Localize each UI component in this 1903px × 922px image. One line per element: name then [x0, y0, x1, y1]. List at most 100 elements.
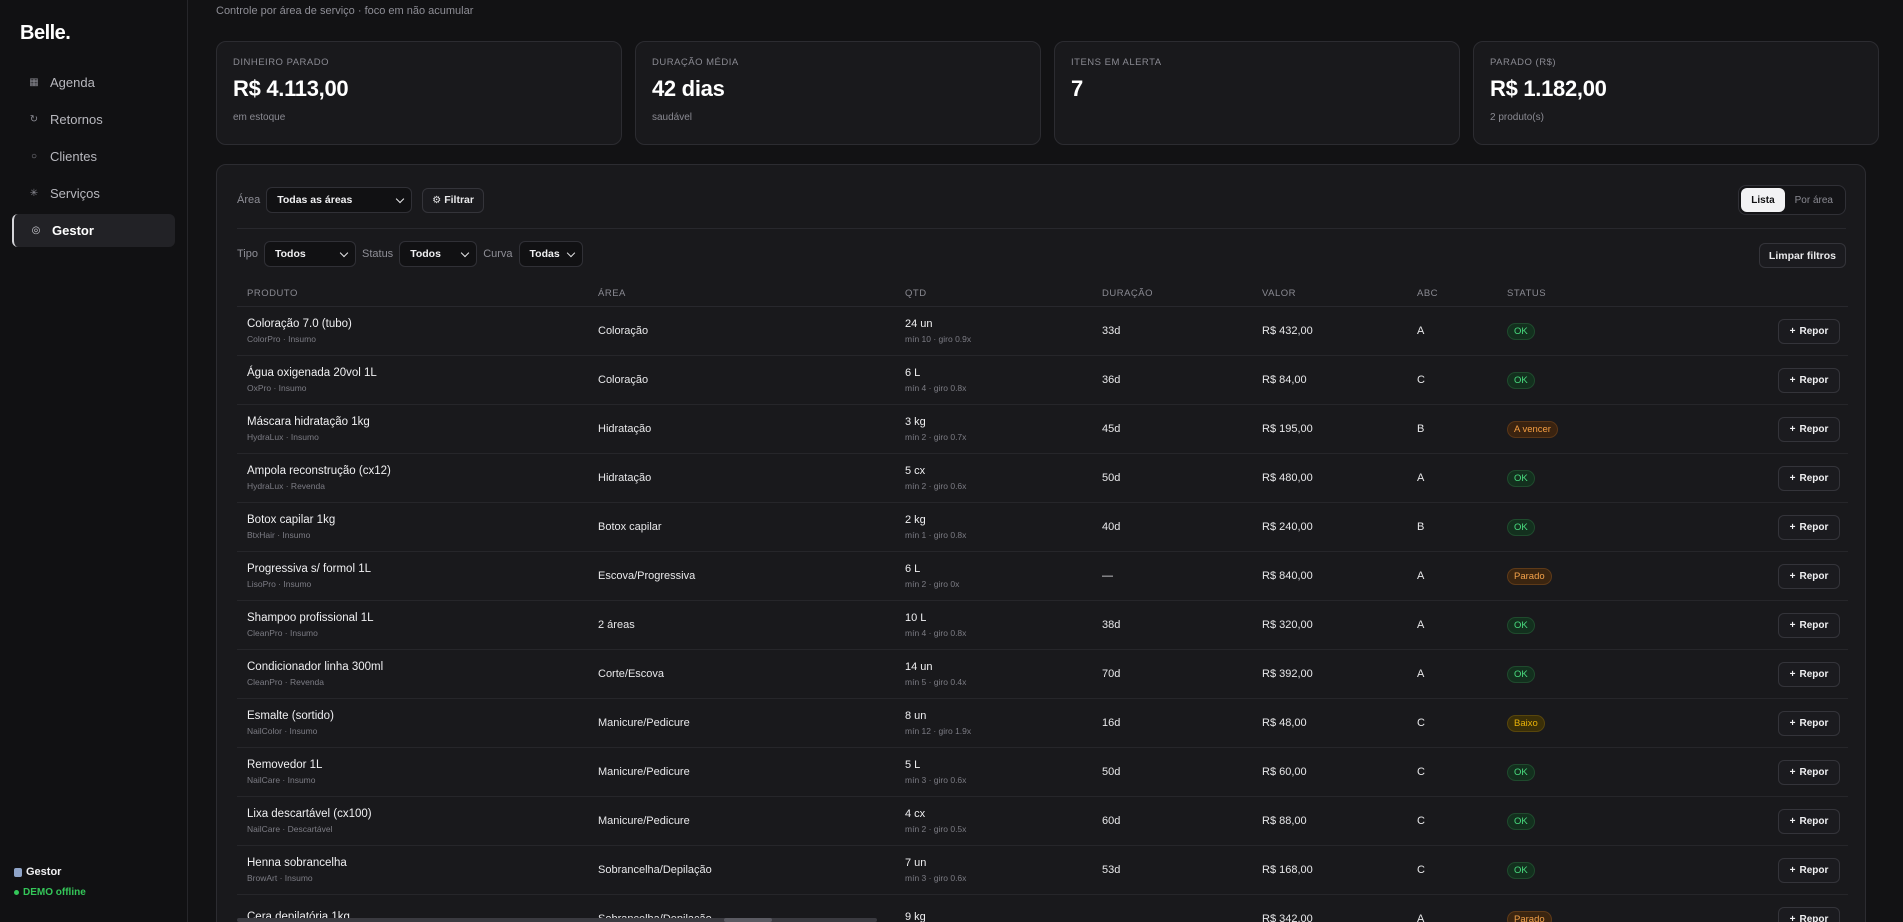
inventory-table: PRODUTO ÁREA QTD DURAÇÃO VALOR ABC STATU… — [237, 280, 1848, 922]
kpi-value: R$ 1.182,00 — [1490, 76, 1607, 101]
sidebar-item-agenda[interactable]: ▦ Agenda — [12, 66, 175, 99]
actions-cell: + Repor — [1657, 563, 1848, 589]
column-header-status[interactable]: STATUS — [1507, 288, 1657, 299]
product-meta: HydraLux · Revenda — [247, 481, 325, 491]
repor-button[interactable]: + Repor — [1778, 612, 1840, 638]
table-row[interactable]: Shampoo profissional 1L CleanPro · Insumo… — [237, 601, 1848, 650]
repor-button-label: Repor — [1799, 423, 1829, 435]
status-cell: OK — [1507, 371, 1657, 389]
qty-cell: 2 kg mín 1 · giro 0.8x — [905, 514, 1102, 540]
status-badge: OK — [1507, 812, 1535, 830]
area-select-value: Todas as áreas — [277, 194, 353, 206]
actions-cell: + Repor — [1657, 612, 1848, 638]
status-filter-label: Status — [362, 248, 394, 260]
duration-cell: 70d — [1102, 668, 1121, 680]
table-row[interactable]: Ampola reconstrução (cx12) HydraLux · Rev… — [237, 454, 1848, 503]
area-cell: Sobrancelha/Depilação — [598, 864, 712, 876]
duration-cell: 50d — [1102, 472, 1121, 484]
product-meta: OxPro · Insumo — [247, 383, 307, 393]
repor-button[interactable]: + Repor — [1778, 465, 1840, 491]
horizontal-scrollbar-thumb[interactable] — [724, 918, 772, 922]
qty-cell: 6 L mín 2 · giro 0x — [905, 563, 1102, 589]
sidebar-item-label: Serviços — [50, 186, 100, 201]
tipo-select[interactable]: Todos — [264, 241, 356, 267]
clear-filters-button[interactable]: Limpar filtros — [1758, 243, 1846, 268]
plus-icon: + — [1789, 864, 1796, 876]
repor-button[interactable]: + Repor — [1778, 367, 1840, 393]
qty-cell: 14 un mín 5 · giro 0.4x — [905, 661, 1102, 687]
table-row[interactable]: Botox capilar 1kg BtxHair · Insumo Botox c… — [237, 503, 1848, 552]
table-row[interactable]: Esmalte (sortido) NailColor · Insumo Manic… — [237, 699, 1848, 748]
area-cell: Botox capilar — [598, 521, 662, 533]
kpi-label: DINHEIRO PARADO — [233, 57, 330, 68]
table-row[interactable]: Henna sobrancelha BrowArt · Insumo Sobranc… — [237, 846, 1848, 895]
sidebar-item-retornos[interactable]: ↻ Retornos — [12, 103, 175, 136]
abc-cell: A — [1417, 913, 1425, 922]
view-list-button[interactable]: Lista — [1741, 188, 1785, 212]
repor-button[interactable]: + Repor — [1778, 857, 1840, 883]
kpi-sub: saudável — [652, 112, 693, 123]
table-row[interactable]: Coloração 7.0 (tubo) ColorPro · Insumo Col… — [237, 307, 1848, 356]
repor-button[interactable]: + Repor — [1778, 514, 1840, 540]
horizontal-scrollbar-track[interactable] — [237, 918, 877, 922]
repor-button[interactable]: + Repor — [1778, 808, 1840, 834]
table-row[interactable]: Lixa descartável (cx100) NailCare · Desca… — [237, 797, 1848, 846]
sidebar-item-servicos[interactable]: ✳ Serviços — [12, 177, 175, 210]
plus-icon: + — [1789, 521, 1796, 533]
product-cell: Esmalte (sortido) NailColor · Insumo — [237, 710, 598, 736]
table-row[interactable]: Removedor 1L NailCare · Insumo Manicure/Pe… — [237, 748, 1848, 797]
status-cell: Baixo — [1507, 714, 1657, 732]
column-header-valor[interactable]: VALOR — [1262, 288, 1417, 299]
sidebar-item-gestor[interactable]: ◎ Gestor — [12, 214, 175, 247]
repor-button[interactable]: + Repor — [1778, 661, 1840, 687]
product-name: Henna sobrancelha — [247, 857, 347, 869]
repor-button-label: Repor — [1799, 864, 1829, 876]
curva-filter-label: Curva — [483, 248, 513, 260]
product-meta: ColorPro · Insumo — [247, 334, 316, 344]
table-row[interactable]: Água oxigenada 20vol 1L OxPro · Insumo Col… — [237, 356, 1848, 405]
value-cell: R$ 168,00 — [1262, 864, 1313, 876]
area-cell: Corte/Escova — [598, 668, 665, 680]
chevron-down-icon — [460, 248, 470, 257]
filter-button[interactable]: ⚙ Filtrar — [422, 187, 484, 213]
plus-icon: + — [1789, 472, 1796, 484]
status-badge: Parado — [1507, 567, 1552, 585]
area-select[interactable]: Todas as áreas — [266, 187, 413, 213]
repor-button[interactable]: + Repor — [1778, 759, 1840, 785]
value-cell: R$ 320,00 — [1262, 619, 1313, 631]
qty-details: mín 1 · giro 0.8x — [905, 530, 967, 540]
sidebar-item-label: Gestor — [52, 223, 94, 238]
qty-cell: 4 cx mín 2 · giro 0.5x — [905, 808, 1102, 834]
column-header-abc[interactable]: ABC — [1417, 288, 1507, 299]
repor-button[interactable]: + Repor — [1778, 563, 1840, 589]
table-row[interactable]: Condicionador linha 300ml CleanPro · Reve… — [237, 650, 1848, 699]
gauge-icon: ◎ — [31, 225, 41, 236]
status-badge: OK — [1507, 616, 1535, 634]
column-header-duracao[interactable]: DURAÇÃO — [1102, 288, 1262, 299]
value-cell: R$ 88,00 — [1262, 815, 1307, 827]
qty-details: mín 3 · giro 0.6x — [905, 775, 967, 785]
lock-icon — [14, 867, 22, 877]
view-by-area-button[interactable]: Por área — [1785, 188, 1843, 212]
column-header-area[interactable]: ÁREA — [598, 288, 905, 299]
qty-details: mín 3 · giro 0.6x — [905, 873, 967, 883]
value-cell: R$ 480,00 — [1262, 472, 1313, 484]
column-header-qtd[interactable]: QTD — [905, 288, 1102, 299]
repor-button[interactable]: + Repor — [1778, 318, 1840, 344]
status-select[interactable]: Todos — [399, 241, 478, 267]
qty-value: 5 L — [905, 759, 921, 771]
sidebar-item-label: Agenda — [50, 75, 95, 90]
status-badge: OK — [1507, 371, 1535, 389]
duration-cell: 36d — [1102, 374, 1121, 386]
table-row[interactable]: Máscara hidratação 1kg HydraLux · Insumo H… — [237, 405, 1848, 454]
status-badge: OK — [1507, 665, 1535, 683]
repor-button[interactable]: + Repor — [1778, 416, 1840, 442]
table-row[interactable]: Progressiva s/ formol 1L LisoPro · Insumo… — [237, 552, 1848, 601]
curva-select[interactable]: Todas — [518, 241, 583, 267]
repor-button[interactable]: + Repor — [1778, 906, 1840, 922]
kpi-sub: 2 produto(s) — [1490, 112, 1544, 123]
column-header-produto[interactable]: PRODUTO — [237, 288, 598, 299]
sidebar-item-clientes[interactable]: ○ Clientes — [12, 140, 175, 173]
refresh-icon: ↻ — [29, 114, 39, 125]
repor-button[interactable]: + Repor — [1778, 710, 1840, 736]
